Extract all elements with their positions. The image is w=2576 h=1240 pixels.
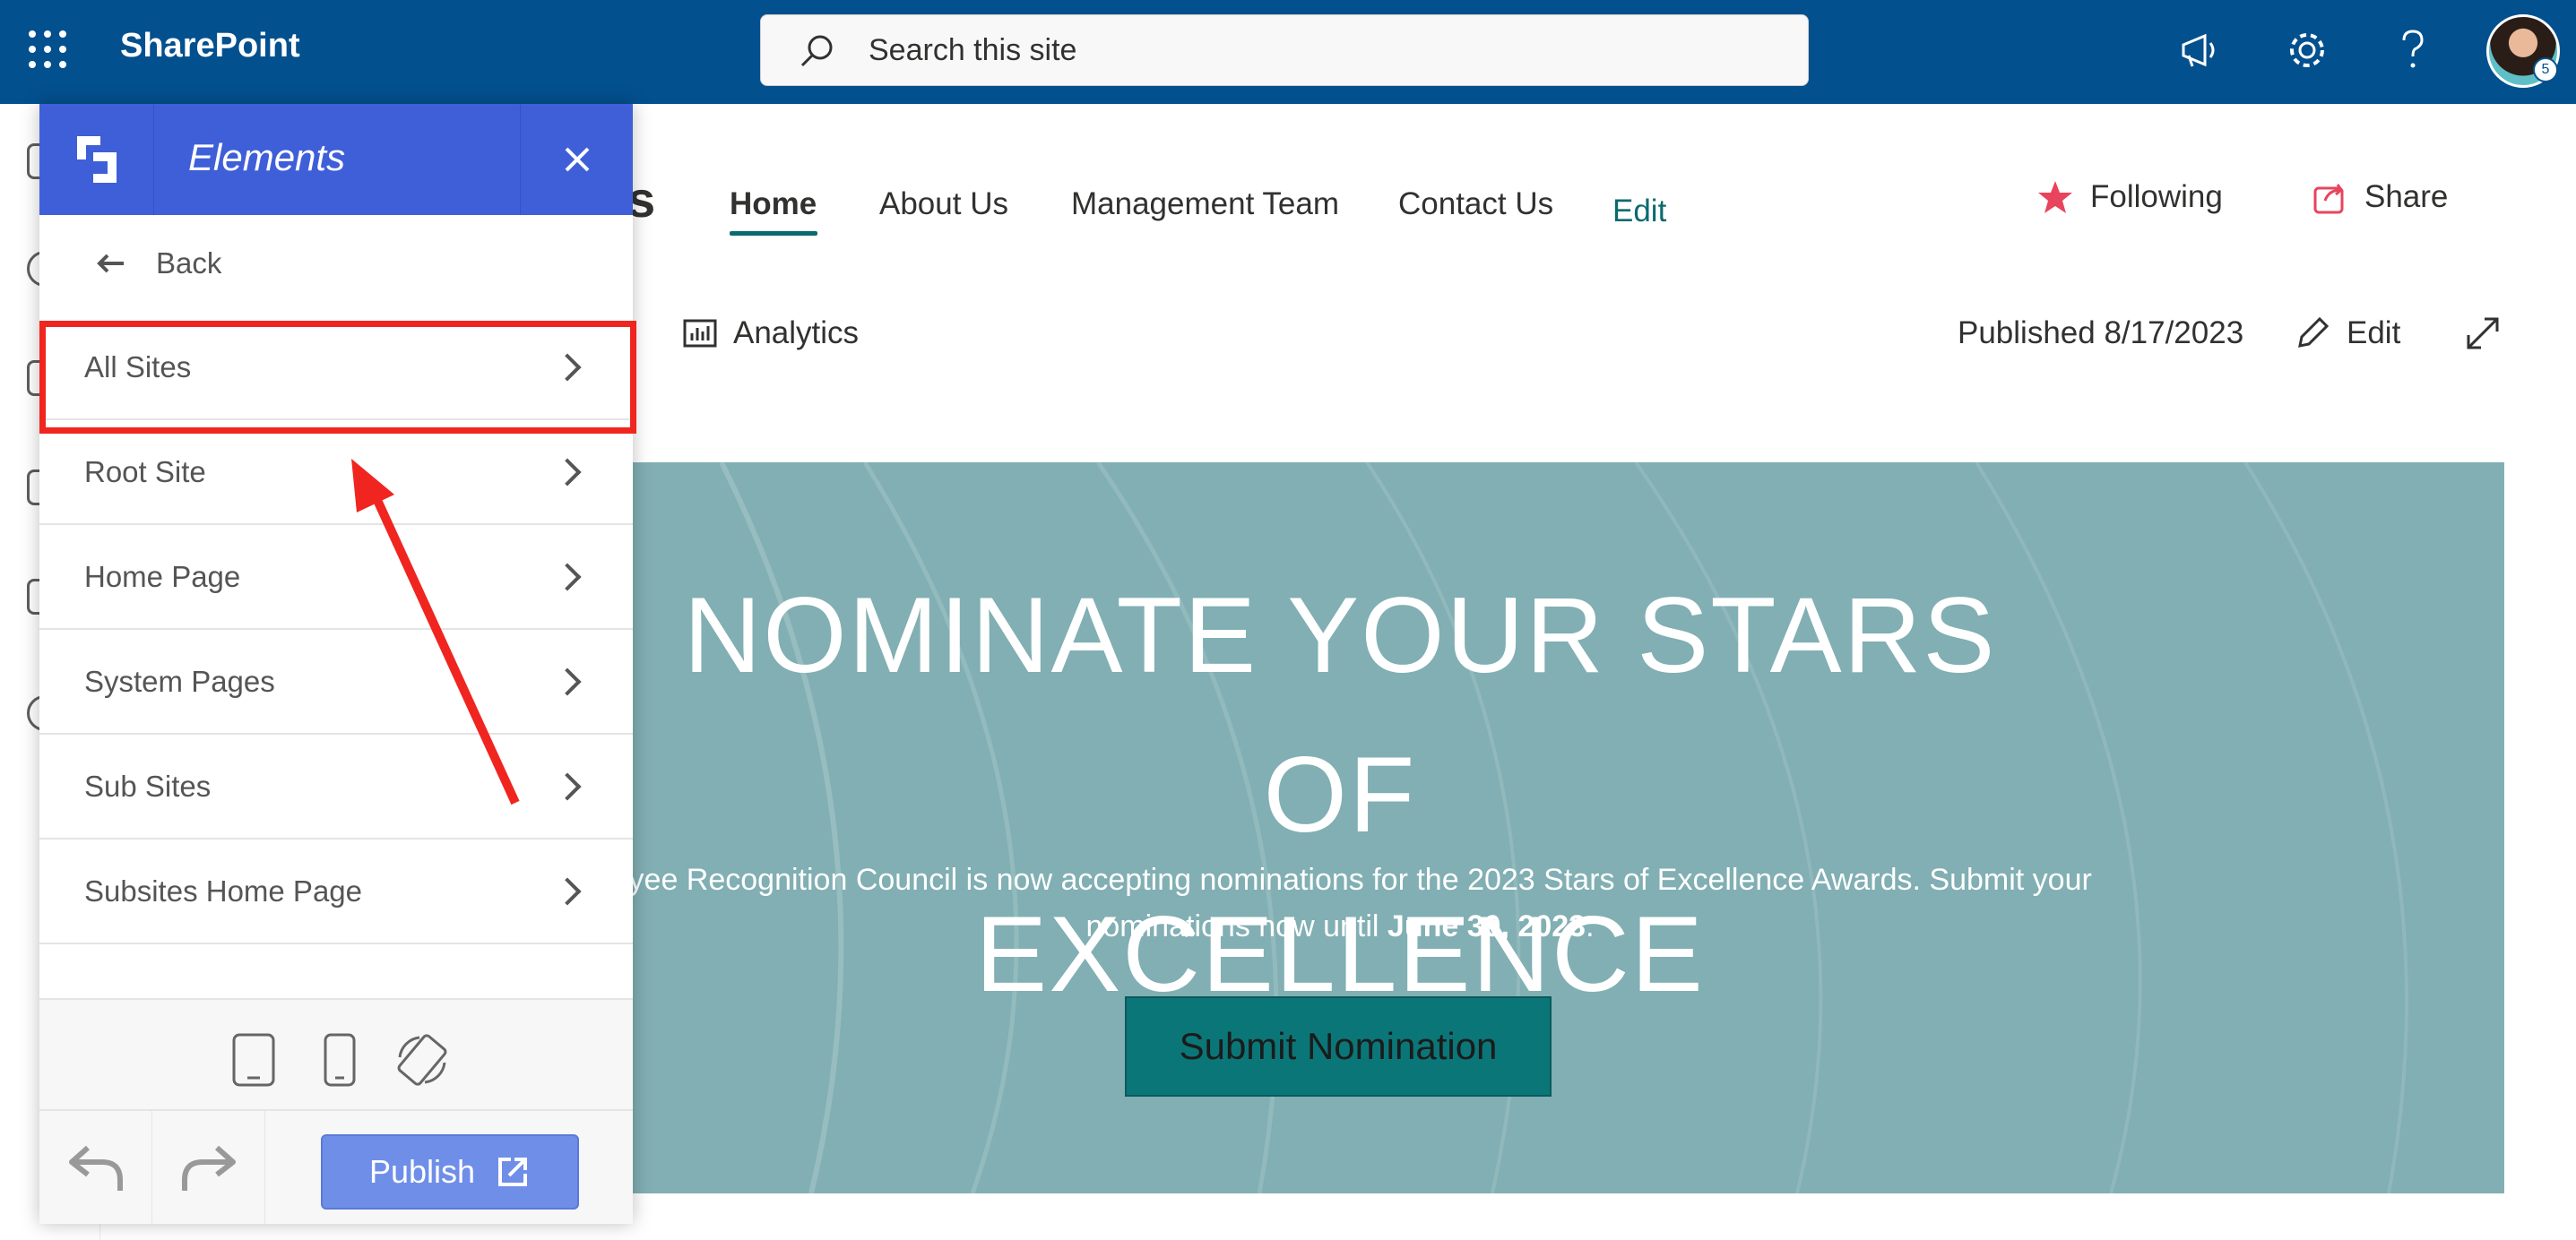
publish-label: Publish <box>368 1153 476 1190</box>
chevron-right-icon <box>553 457 582 487</box>
menu-item-system-pages[interactable]: System Pages <box>39 630 633 735</box>
suite-bar: SharePoint 5 <box>0 0 2576 104</box>
help-icon[interactable] <box>2386 23 2440 77</box>
megaphone-icon[interactable] <box>2173 23 2226 77</box>
menu-item-sub-sites[interactable]: Sub Sites <box>39 735 633 840</box>
external-link-icon <box>498 1158 528 1186</box>
search-input[interactable] <box>869 24 1765 76</box>
app-launcher-icon[interactable] <box>29 30 66 68</box>
highlight-box <box>39 321 636 434</box>
back-button[interactable]: Back <box>39 215 633 312</box>
hero-description-prefix: nominations now until <box>1085 909 1387 943</box>
published-label: Published 8/17/2023 <box>1958 315 2244 350</box>
menu-item-label: Root Site <box>84 454 206 488</box>
menu-item-label: Home Page <box>84 559 241 593</box>
nav-management-team[interactable]: Management Team <box>1071 186 1339 222</box>
analytics-button[interactable]: Analytics <box>683 315 859 351</box>
hero-description: ployee Recognition Council is now accept… <box>632 857 2102 950</box>
following-button[interactable]: Following <box>2036 179 2223 215</box>
hero-title: NOMINATE YOUR STARS OF EXCELLENCE <box>632 555 2048 1034</box>
phone-icon[interactable] <box>323 1032 357 1088</box>
menu-item-label: System Pages <box>84 664 275 698</box>
pencil-icon <box>2298 316 2330 348</box>
panel-title: Elements <box>188 136 346 178</box>
publish-button[interactable]: Publish <box>321 1134 579 1210</box>
elements-panel: Elements Back All Sites Root Site Home P… <box>39 104 633 1224</box>
undo-icon[interactable] <box>39 1111 152 1224</box>
analytics-icon <box>683 319 717 348</box>
nav-about-us[interactable]: About Us <box>879 186 1008 222</box>
hero-banner: NOMINATE YOUR STARS OF EXCELLENCE ployee… <box>632 462 2504 1193</box>
chevron-right-icon <box>553 562 582 591</box>
menu-item-label: Sub Sites <box>84 769 212 803</box>
menu-item-label: Subsites Home Page <box>84 874 363 908</box>
nav-home[interactable]: Home <box>730 186 817 222</box>
panel-footer: Publish <box>39 1111 633 1224</box>
edit-page-label: Edit <box>2347 315 2401 350</box>
star-icon <box>2038 181 2072 213</box>
hero-description-date: June 30, 2023 <box>1387 909 1586 943</box>
search-box[interactable] <box>760 14 1809 86</box>
menu-item-subsites-home-page[interactable]: Subsites Home Page <box>39 840 633 944</box>
hero-description-line-1: ployee Recognition Council is now accept… <box>632 863 2092 897</box>
menu-item-root-site[interactable]: Root Site <box>39 420 633 525</box>
nav-home-underline <box>730 231 817 236</box>
rotate-device-icon[interactable] <box>394 1032 450 1088</box>
back-label: Back <box>156 246 222 280</box>
redo-icon[interactable] <box>152 1111 265 1224</box>
tablet-icon[interactable] <box>231 1032 276 1088</box>
chevron-right-icon <box>553 876 582 906</box>
menu-item-home-page[interactable]: Home Page <box>39 525 633 630</box>
hero-description-line-2: nominations now until June 30, 2023. <box>632 903 2102 950</box>
app-name[interactable]: SharePoint <box>120 27 300 65</box>
following-label: Following <box>2090 179 2223 214</box>
avatar-badge: 5 <box>2533 57 2558 82</box>
share-label: Share <box>2364 179 2449 214</box>
published-status: Published 8/17/2023 <box>1958 315 2243 351</box>
panel-header: Elements <box>39 104 633 215</box>
gear-icon[interactable] <box>2280 23 2334 77</box>
device-preview-bar <box>39 998 633 1111</box>
submit-nomination-button[interactable]: Submit Nomination <box>1125 996 1552 1097</box>
chevron-right-icon <box>553 771 582 801</box>
edit-page-button[interactable]: Edit <box>2295 315 2400 351</box>
hero-description-suffix: . <box>1586 909 1595 943</box>
chevron-right-icon <box>553 667 582 696</box>
back-arrow-icon <box>97 254 124 273</box>
share-button[interactable]: Share <box>2312 179 2448 215</box>
nav-contact-us[interactable]: Contact Us <box>1398 186 1553 222</box>
nav-edit-link[interactable]: Edit <box>1612 194 1666 229</box>
elements-logo-icon <box>39 104 154 215</box>
share-icon <box>2313 184 2344 214</box>
analytics-label: Analytics <box>733 315 860 350</box>
hero-title-line-1: NOMINATE YOUR STARS OF <box>683 575 1997 855</box>
expand-icon[interactable] <box>2465 315 2501 351</box>
search-icon <box>800 35 833 67</box>
close-icon[interactable] <box>520 104 633 215</box>
